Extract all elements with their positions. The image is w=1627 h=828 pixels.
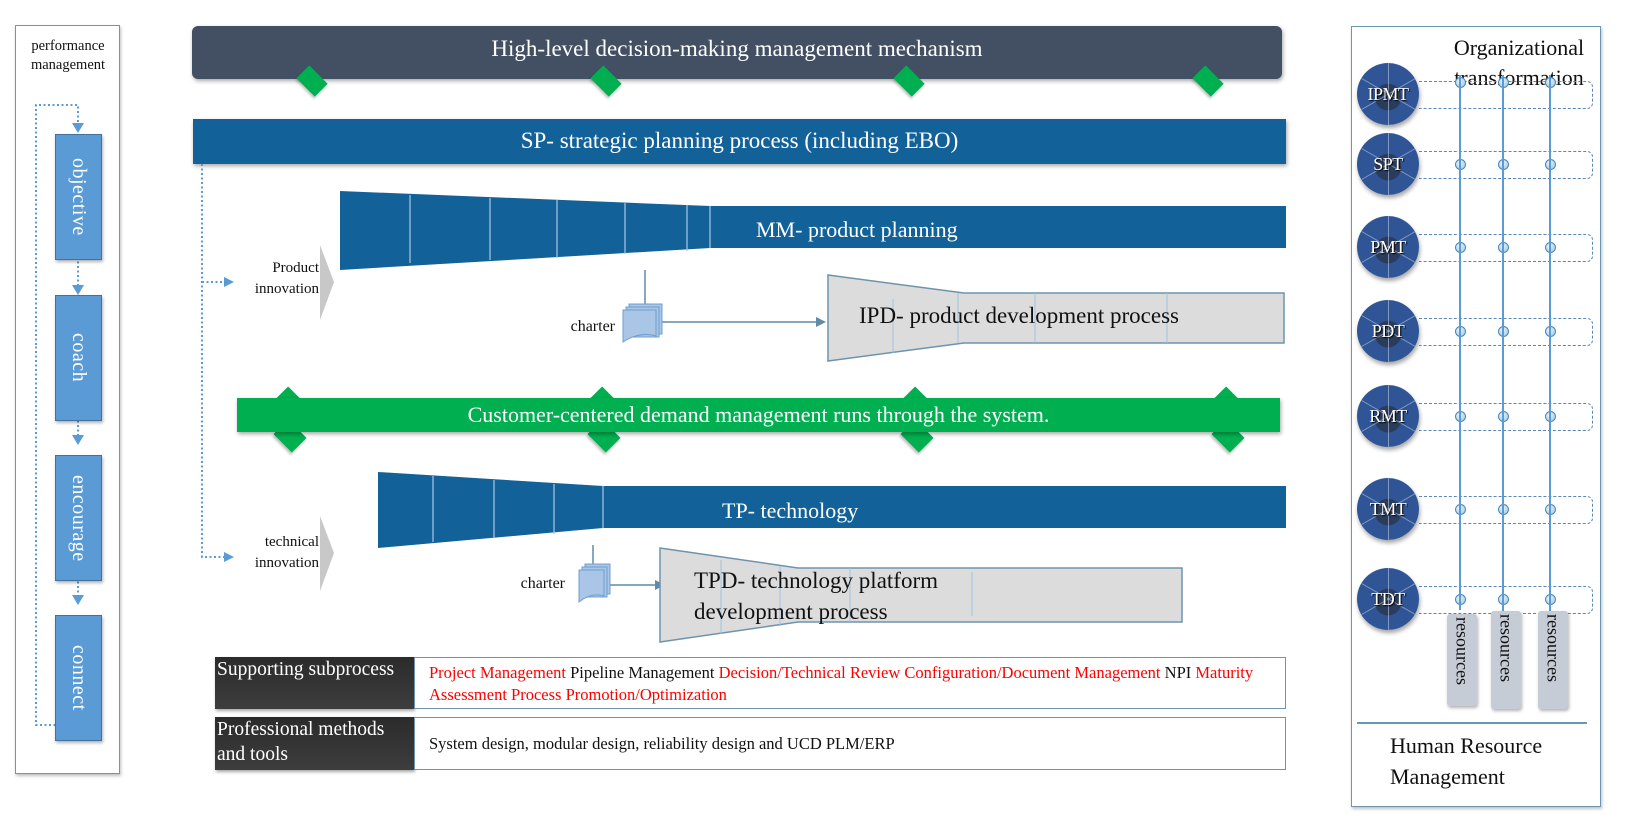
step-label: coach — [68, 333, 90, 383]
document-stack-icon — [578, 563, 611, 604]
team-label: PDT — [1371, 320, 1405, 341]
team-label: IPMT — [1367, 83, 1409, 104]
arrow-head-icon — [72, 285, 84, 295]
product-innovation-label: Product innovation — [254, 260, 319, 297]
team-rmt: RMT — [1357, 385, 1419, 447]
divider — [1357, 722, 1587, 724]
resource-line — [1459, 75, 1461, 610]
team-label: PMT — [1370, 236, 1406, 257]
step-encourage: encourage — [55, 455, 102, 581]
technology-planning-label: TP- technology — [722, 498, 859, 523]
human-resource-management-title: Human Resource Management — [1390, 733, 1543, 789]
step-label: connect — [68, 645, 90, 711]
resource-box: resources — [1491, 611, 1521, 709]
product-charter-connector — [622, 270, 826, 343]
step-label: encourage — [68, 474, 90, 562]
subprocess-item: Decision/Technical Review Configuration/… — [718, 663, 1165, 682]
arrow-head-icon — [72, 435, 84, 445]
team-tmt: TMT — [1357, 478, 1419, 540]
document-stack-icon — [622, 303, 663, 343]
team-label: SPT — [1373, 153, 1403, 174]
resource-label: resources — [1452, 617, 1473, 685]
technology-charter-label: charter — [520, 575, 565, 592]
demand-management-bar: Customer-centered demand management runs… — [237, 398, 1280, 432]
team-spt: SPT — [1357, 133, 1419, 195]
input-chevron-icon — [320, 245, 334, 320]
team-label: RMT — [1369, 405, 1407, 426]
subprocess-item: Pipeline Management — [570, 663, 719, 682]
step-label: objective — [68, 158, 90, 236]
arrow-head-icon — [72, 123, 84, 133]
product-planning-label: MM- product planning — [756, 217, 958, 242]
technology-development-label: TPD- technology platform development pro… — [694, 568, 939, 624]
team-pmt: PMT — [1357, 216, 1419, 278]
team-label: TMT — [1369, 498, 1407, 519]
resource-line — [1549, 75, 1551, 645]
subprocess-item: Project Management — [429, 663, 571, 682]
strategic-planning-bar: SP- strategic planning process (includin… — [193, 119, 1286, 164]
resource-label: resources — [1543, 614, 1564, 682]
team-tdt: TDT — [1357, 568, 1419, 630]
product-development-label: IPD- product development process — [859, 303, 1180, 328]
resource-box: resources — [1538, 611, 1568, 709]
subprocess-item: NPI — [1164, 663, 1196, 682]
step-coach: coach — [55, 295, 102, 421]
decision-mechanism-bar: High-level decision-making management me… — [192, 26, 1282, 79]
methods-tools-label: Professional methods and tools — [215, 717, 414, 770]
team-ipmt: IPMT — [1357, 63, 1419, 125]
arrow-head-icon — [72, 595, 84, 605]
methods-item: System design, modular design, reliabili… — [429, 734, 895, 753]
arrow-head-icon — [816, 317, 826, 327]
team-pdt: PDT — [1357, 300, 1419, 362]
resource-box: resources — [1447, 614, 1477, 706]
innovation-flow-lines — [201, 164, 234, 562]
input-chevron-icon — [320, 516, 334, 591]
resource-line — [1502, 75, 1504, 645]
supporting-subprocess-label: Supporting subprocess — [215, 657, 414, 709]
technical-innovation-label: technical innovation — [254, 534, 319, 571]
methods-tools-content: System design, modular design, reliabili… — [414, 717, 1286, 770]
step-objective: objective — [55, 134, 102, 260]
team-label: TDT — [1371, 588, 1405, 609]
resource-label: resources — [1496, 614, 1517, 682]
step-connect: connect — [55, 615, 102, 741]
supporting-subprocess-content: Project Management Pipeline Management D… — [414, 657, 1286, 709]
product-charter-label: charter — [570, 318, 615, 335]
